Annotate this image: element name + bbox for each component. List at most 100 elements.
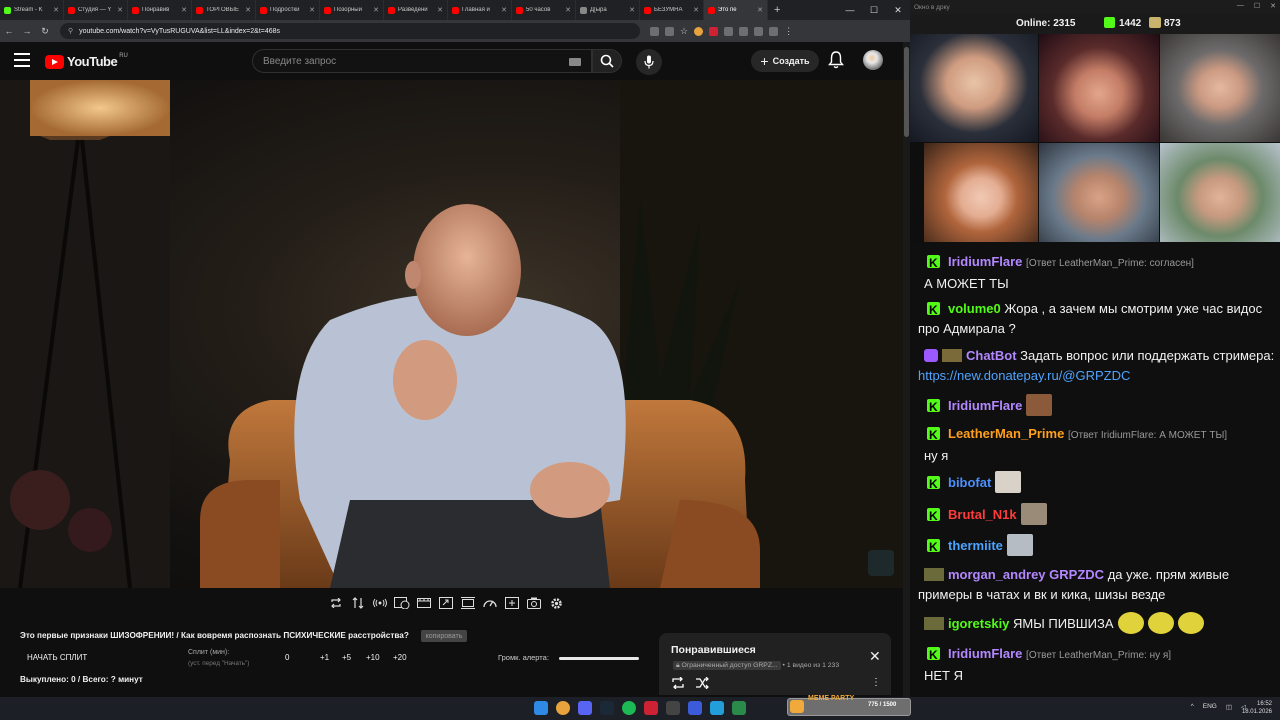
- search-button[interactable]: [592, 49, 622, 73]
- speed-icon[interactable]: [482, 596, 498, 610]
- browser-tab[interactable]: Это пе ✕: [704, 0, 768, 20]
- browser-tab[interactable]: Студия — Y ✕: [64, 0, 128, 20]
- steam-icon[interactable]: [600, 701, 614, 715]
- close-window-icon[interactable]: ✕: [1270, 2, 1276, 10]
- create-button[interactable]: + Создать: [751, 50, 819, 72]
- chat-username[interactable]: bibofat: [948, 475, 991, 490]
- alert-volume-slider[interactable]: [559, 657, 639, 660]
- tab-close-icon[interactable]: ✕: [565, 6, 571, 14]
- app-icon[interactable]: [644, 701, 658, 715]
- tab-close-icon[interactable]: ✕: [757, 6, 763, 14]
- loop-icon[interactable]: [671, 677, 685, 689]
- forward-icon[interactable]: →: [18, 26, 36, 36]
- playlist-title[interactable]: Понравившиеся: [671, 644, 756, 656]
- app-icon[interactable]: [732, 701, 746, 715]
- split-plus-20-button[interactable]: +20: [393, 653, 420, 662]
- browser-tab[interactable]: БЕЗУМНА ✕: [640, 0, 704, 20]
- extension-icon[interactable]: [709, 26, 719, 36]
- split-plus-10-button[interactable]: +10: [366, 653, 393, 662]
- more-options-icon[interactable]: ⋮: [871, 677, 881, 688]
- extension-icon[interactable]: [694, 26, 704, 36]
- extension-icon[interactable]: [650, 26, 659, 36]
- browser-tab[interactable]: 50 часов ✕: [512, 0, 576, 20]
- network-icon[interactable]: ◫: [1226, 703, 1232, 711]
- tab-close-icon[interactable]: ✕: [181, 6, 187, 14]
- puzzle-icon[interactable]: [739, 26, 749, 36]
- chat-username[interactable]: thermiite: [948, 538, 1003, 553]
- download-icon[interactable]: [754, 26, 764, 36]
- tab-close-icon[interactable]: ✕: [117, 6, 123, 14]
- browser-tab[interactable]: Д[ыра ✕: [576, 0, 640, 20]
- sort-icon[interactable]: [350, 596, 366, 610]
- tab-close-icon[interactable]: ✕: [373, 6, 379, 14]
- tab-close-icon[interactable]: ✕: [245, 6, 251, 14]
- shuffle-icon[interactable]: [695, 677, 709, 689]
- settings-gear-icon[interactable]: [548, 596, 564, 610]
- loop-icon[interactable]: [328, 596, 344, 610]
- search-input[interactable]: Введите запрос: [252, 49, 592, 73]
- notifications-button[interactable]: [828, 51, 846, 71]
- site-info-icon[interactable]: ⚲: [68, 27, 73, 35]
- tab-close-icon[interactable]: ✕: [437, 6, 443, 14]
- chat-username[interactable]: igoretskiy: [948, 616, 1009, 631]
- discord-icon[interactable]: [578, 701, 592, 715]
- youtube-logo[interactable]: YouTube RU: [45, 53, 128, 69]
- minimize-icon[interactable]: —: [1237, 2, 1244, 10]
- clock[interactable]: 16:52 18.01.2026: [1242, 700, 1272, 716]
- start-icon[interactable]: [534, 701, 548, 715]
- telegram-icon[interactable]: [710, 701, 724, 715]
- menu-icon[interactable]: [14, 53, 30, 67]
- url-field[interactable]: ⚲ youtube.com/watch?v=VyTusRUGUVA&list=L…: [60, 23, 640, 39]
- tab-close-icon[interactable]: ✕: [309, 6, 315, 14]
- screenshot-icon[interactable]: [526, 596, 542, 610]
- maximize-icon[interactable]: ☐: [862, 0, 886, 20]
- watch-later-icon[interactable]: [394, 596, 410, 610]
- minimize-icon[interactable]: —: [838, 0, 862, 20]
- new-tab-icon[interactable]: +: [774, 4, 780, 16]
- close-icon[interactable]: ✕: [869, 648, 881, 665]
- app-icon[interactable]: [688, 701, 702, 715]
- chrome-icon[interactable]: [556, 701, 570, 715]
- tab-close-icon[interactable]: ✕: [501, 6, 507, 14]
- chat-username[interactable]: IridiumFlare: [948, 398, 1022, 413]
- playlist-channel[interactable]: GRPZ...: [753, 662, 778, 669]
- zoom-icon[interactable]: [665, 26, 674, 36]
- chat-username[interactable]: volume0: [948, 301, 1001, 316]
- tab-close-icon[interactable]: ✕: [629, 6, 635, 14]
- resize-icon[interactable]: [438, 596, 454, 610]
- chat-username[interactable]: Brutal_N1k: [948, 507, 1017, 522]
- menu-dots-icon[interactable]: ⋮: [784, 26, 793, 37]
- film-icon[interactable]: [416, 596, 432, 610]
- video-player[interactable]: [0, 80, 903, 588]
- keyboard-icon[interactable]: [569, 58, 581, 66]
- browser-tab[interactable]: Подростки ✕: [256, 0, 320, 20]
- browser-tab[interactable]: Stream - K ✕: [0, 0, 64, 20]
- language-indicator[interactable]: ENG: [1203, 703, 1217, 711]
- donate-link[interactable]: https://new.donatepay.ru/@GRPZDC: [918, 368, 1130, 383]
- bookmark-star-icon[interactable]: ☆: [680, 26, 688, 37]
- reload-icon[interactable]: ↻: [36, 26, 54, 37]
- browser-tab[interactable]: Позорный ✕: [320, 0, 384, 20]
- chat-username[interactable]: morgan_andrey: [948, 567, 1046, 582]
- start-split-button[interactable]: НАЧАТЬ СПЛИТ: [27, 653, 87, 662]
- maximize-icon[interactable]: ☐: [1254, 2, 1260, 10]
- split-plus-5-button[interactable]: +5: [342, 653, 366, 662]
- copy-title-button[interactable]: копировать: [421, 630, 467, 642]
- app-icon[interactable]: [666, 701, 680, 715]
- back-icon[interactable]: ←: [0, 26, 18, 36]
- close-window-icon[interactable]: ✕: [886, 0, 910, 20]
- browser-tab[interactable]: ТОРГОВЫЕ ✕: [192, 0, 256, 20]
- browser-tab[interactable]: Разведени ✕: [384, 0, 448, 20]
- chat-mention[interactable]: GRPZDC: [1049, 567, 1104, 582]
- chat-username[interactable]: ChatBot: [966, 348, 1017, 363]
- browser-tab[interactable]: Главная и ✕: [448, 0, 512, 20]
- clip-icon[interactable]: [504, 596, 520, 610]
- tab-close-icon[interactable]: ✕: [53, 6, 59, 14]
- chat-username[interactable]: IridiumFlare: [948, 254, 1022, 269]
- browser-tab[interactable]: Понравив ✕: [128, 0, 192, 20]
- chat-username[interactable]: IridiumFlare: [948, 646, 1022, 661]
- broadcast-icon[interactable]: [372, 596, 388, 610]
- voice-search-button[interactable]: [636, 49, 662, 75]
- tab-close-icon[interactable]: ✕: [693, 6, 699, 14]
- avatar[interactable]: [863, 50, 883, 70]
